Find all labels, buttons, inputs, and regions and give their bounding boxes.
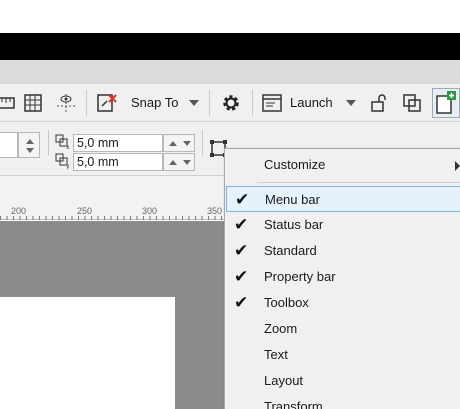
checkmark-icon: ✔ [235,190,250,209]
duplicate-y-field[interactable]: 5,0 mm [73,153,163,171]
toolbar-separator [48,130,49,156]
gear-icon[interactable] [219,91,243,115]
ruler-tick-marks [0,216,230,220]
svg-text:x: x [66,144,70,150]
menu-item-label: Text [264,347,288,362]
menu-item-transform[interactable]: Transform [226,394,460,409]
toolbar-separator [86,90,87,116]
menu-item-layout[interactable]: Layout [226,368,460,394]
standard-toolbar: Snap To Launch [0,84,460,122]
value-spinner[interactable] [18,132,40,158]
title-bar [0,33,460,60]
menu-item-toolbox[interactable]: ✔ Toolbox [226,290,460,316]
duplicate-y-icon: y [55,153,71,170]
value-field[interactable] [0,132,18,158]
menu-item-label: Property bar [264,269,336,284]
duplicate-y-spinner[interactable] [163,153,195,171]
desktop-background [0,0,460,33]
checkmark-icon: ✔ [234,215,249,234]
menu-item-label: Layout [264,373,304,388]
combine-icon[interactable] [400,91,424,115]
snap-to-dropdown-arrow[interactable] [189,100,199,106]
duplicate-x-spinner[interactable] [163,134,195,152]
ruler-tick-label: 200 [11,206,27,216]
menu-item-label: Customize [264,157,326,172]
menu-item-menu-bar[interactable]: ✔ Menu bar [226,186,460,212]
menu-item-standard[interactable]: ✔ Standard [226,238,460,264]
snap-to-icon[interactable] [95,91,119,115]
checkmark-icon: ✔ [234,293,249,312]
drawing-canvas[interactable] [0,221,226,409]
submenu-arrow-icon [455,161,460,171]
launch-button[interactable]: Launch [290,95,333,110]
spin-up-arrow[interactable] [26,139,34,144]
duplicate-x-icon: x [55,134,71,151]
toolbar-separator [252,90,253,116]
menu-item-label: Transform [264,399,323,409]
menu-item-label: Toolbox [264,295,309,310]
menu-item-label: Zoom [264,321,298,336]
ruler-tick-label: 300 [142,206,158,216]
new-document-button[interactable] [432,88,460,118]
launch-dropdown-arrow[interactable] [346,100,356,106]
checkmark-icon: ✔ [234,267,249,286]
menu-item-label: Status bar [264,217,324,232]
toolbar-separator [209,90,210,116]
grid-icon[interactable] [21,91,45,115]
ruler-tick-label: 350 [207,206,223,216]
spin-down-arrow[interactable] [26,148,34,153]
horizontal-ruler[interactable]: 200 250 300 350 [0,176,230,220]
menu-item-customize[interactable]: Customize [226,152,460,178]
snap-to-button[interactable]: Snap To [131,95,178,110]
toolbar-separator [202,130,203,156]
duplicate-x-field[interactable]: 5,0 mm [73,134,163,152]
guidelines-icon[interactable] [54,91,78,115]
menu-item-status-bar[interactable]: ✔ Status bar [226,212,460,238]
menu-item-text[interactable]: Text [226,342,460,368]
menu-item-label: Standard [264,243,317,258]
unlock-icon[interactable] [368,91,392,115]
ruler-icon[interactable] [0,91,18,115]
toolbar-context-menu: Customize ✔ Menu bar ✔ Status bar ✔ Stan… [224,148,460,409]
document-page[interactable] [0,297,175,409]
menu-item-property-bar[interactable]: ✔ Property bar [226,264,460,290]
svg-text:y: y [66,163,70,169]
checkmark-icon: ✔ [234,241,249,260]
menu-item-zoom[interactable]: Zoom [226,316,460,342]
ruler-tick-label: 250 [77,206,93,216]
menu-separator [257,182,460,183]
menu-bar [0,60,460,84]
menu-item-label: Menu bar [265,192,320,207]
launch-icon[interactable] [260,91,284,115]
